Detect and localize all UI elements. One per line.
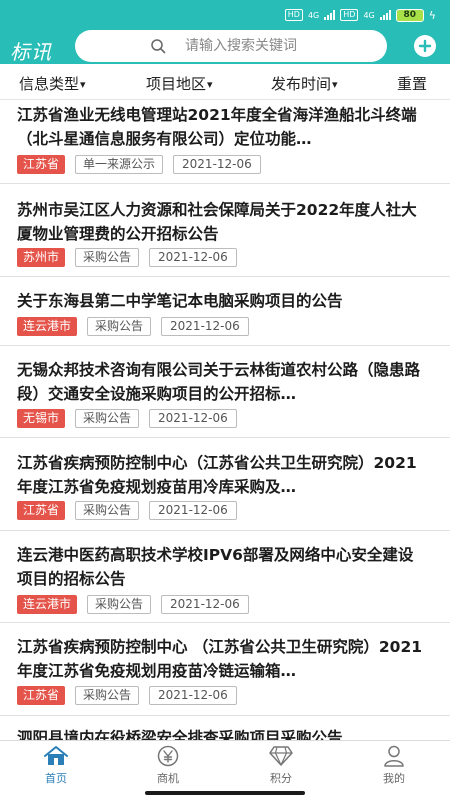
type-tag: 采购公告 bbox=[87, 595, 152, 614]
type-tag: 单一来源公示 bbox=[75, 155, 164, 174]
caret-down-icon: ▾ bbox=[207, 78, 213, 91]
date-tag: 2021-12-06 bbox=[149, 409, 237, 428]
nav-label: 首页 bbox=[45, 772, 67, 785]
region-tag: 无锡市 bbox=[17, 409, 66, 428]
item-tags: 无锡市 采购公告 2021-12-06 bbox=[17, 409, 237, 429]
nav-label: 商机 bbox=[157, 772, 179, 785]
item-title: 连云港中医药高职技术学校IPV6部署及网络中心安全建设项目的招标公告 bbox=[17, 546, 414, 588]
region-tag: 连云港市 bbox=[17, 317, 78, 336]
filter-label: 信息类型 bbox=[19, 75, 80, 93]
nav-home[interactable]: 首页 bbox=[16, 745, 96, 789]
item-title: 江苏省渔业无线电管理站2021年度全省海洋渔船北斗终端（北斗星通信息服务有限公司… bbox=[17, 106, 417, 148]
filter-info-type[interactable]: 信息类型▾ bbox=[19, 73, 86, 94]
network-label-1: 4G bbox=[307, 10, 320, 20]
region-tag: 江苏省 bbox=[17, 686, 66, 705]
search-icon bbox=[151, 39, 166, 54]
list-item[interactable]: 江苏省疾病预防控制中心（江苏省公共卫生研究院）2021年度江苏省免疫规划疫苗用冷… bbox=[0, 438, 450, 531]
list-item[interactable]: 江苏省疾病预防控制中心 （江苏省公共卫生研究院）2021年度江苏省免疫规划用疫苗… bbox=[0, 623, 450, 716]
region-tag: 连云港市 bbox=[17, 595, 78, 614]
yen-icon bbox=[157, 745, 179, 767]
user-icon bbox=[384, 745, 404, 767]
filter-publish-time[interactable]: 发布时间▾ bbox=[271, 73, 338, 94]
item-title: 苏州市吴江区人力资源和社会保障局关于2022年度人社大厦物业管理费的公开招标公告 bbox=[17, 201, 417, 243]
nav-label: 积分 bbox=[270, 772, 292, 785]
hd-badge-1: HD bbox=[284, 9, 303, 21]
reset-button[interactable]: 重置 bbox=[397, 73, 427, 94]
item-title: 无锡众邦技术咨询有限公司关于云林街道农村公路（隐患路段）交通安全设施采购项目的公… bbox=[17, 361, 421, 403]
item-title: 泗阳县境内在役桥梁安全排查采购项目采购公告 bbox=[17, 729, 343, 740]
battery-indicator: 80 bbox=[395, 8, 424, 22]
add-button[interactable] bbox=[414, 35, 436, 57]
signal-icon-2 bbox=[379, 10, 391, 20]
item-tags: 苏州市 采购公告 2021-12-06 bbox=[17, 248, 237, 268]
region-tag: 江苏省 bbox=[17, 501, 66, 520]
type-tag: 采购公告 bbox=[75, 686, 140, 705]
list-item[interactable]: 泗阳县境内在役桥梁安全排查采购项目采购公告 bbox=[0, 716, 450, 740]
date-tag: 2021-12-06 bbox=[149, 686, 237, 705]
list-item[interactable]: 无锡众邦技术咨询有限公司关于云林街道农村公路（隐患路段）交通安全设施采购项目的公… bbox=[0, 346, 450, 438]
filter-label: 发布时间 bbox=[271, 75, 332, 93]
nav-points[interactable]: 积分 bbox=[241, 745, 321, 789]
date-tag: 2021-12-06 bbox=[161, 317, 249, 336]
filter-label: 项目地区 bbox=[146, 75, 207, 93]
caret-down-icon: ▾ bbox=[332, 78, 338, 91]
caret-down-icon: ▾ bbox=[80, 78, 86, 91]
type-tag: 采购公告 bbox=[75, 248, 140, 267]
signal-icon bbox=[324, 10, 336, 20]
item-tags: 连云港市 采购公告 2021-12-06 bbox=[17, 317, 249, 337]
date-tag: 2021-12-06 bbox=[173, 155, 261, 174]
filter-bar: 信息类型▾ 项目地区▾ 发布时间▾ 重置 bbox=[0, 64, 450, 100]
diamond-icon bbox=[269, 746, 293, 766]
item-tags: 连云港市 采购公告 2021-12-06 bbox=[17, 595, 249, 615]
item-title: 关于东海县第二中学笔记本电脑采购项目的公告 bbox=[17, 292, 343, 310]
nav-opportunities[interactable]: 商机 bbox=[128, 745, 208, 789]
app-header: HD 4G HD 4G 80 ϟ 标讯 bbox=[0, 0, 450, 64]
nav-profile[interactable]: 我的 bbox=[354, 745, 434, 789]
search-input[interactable] bbox=[185, 30, 375, 62]
search-box[interactable] bbox=[75, 30, 387, 62]
item-title: 江苏省疾病预防控制中心（江苏省公共卫生研究院）2021年度江苏省免疫规划疫苗用冷… bbox=[17, 454, 417, 496]
network-label-2: 4G bbox=[363, 10, 375, 20]
nav-label: 我的 bbox=[383, 772, 405, 785]
region-tag: 江苏省 bbox=[17, 155, 66, 174]
list-item[interactable]: 关于东海县第二中学笔记本电脑采购项目的公告 连云港市 采购公告 2021-12-… bbox=[0, 277, 450, 346]
home-icon bbox=[44, 746, 68, 765]
filter-project-region[interactable]: 项目地区▾ bbox=[146, 73, 213, 94]
item-tags: 江苏省 采购公告 2021-12-06 bbox=[17, 501, 237, 521]
list-item[interactable]: 苏州市吴江区人力资源和社会保障局关于2022年度人社大厦物业管理费的公开招标公告… bbox=[0, 184, 450, 277]
bolt-icon: ϟ bbox=[428, 8, 436, 22]
item-tags: 江苏省 采购公告 2021-12-06 bbox=[17, 686, 237, 706]
reset-label: 重置 bbox=[397, 75, 428, 93]
type-tag: 采购公告 bbox=[75, 501, 140, 520]
date-tag: 2021-12-06 bbox=[149, 248, 237, 267]
hd-badge-2: HD bbox=[340, 9, 359, 21]
app-title: 标讯 bbox=[10, 40, 52, 64]
item-tags: 江苏省 单一来源公示 2021-12-06 bbox=[17, 155, 261, 175]
date-tag: 2021-12-06 bbox=[161, 595, 249, 614]
list-item[interactable]: 连云港中医药高职技术学校IPV6部署及网络中心安全建设项目的招标公告 连云港市 … bbox=[0, 531, 450, 623]
plus-circle-icon bbox=[418, 39, 432, 53]
type-tag: 采购公告 bbox=[75, 409, 140, 428]
date-tag: 2021-12-06 bbox=[149, 501, 237, 520]
item-title: 江苏省疾病预防控制中心 （江苏省公共卫生研究院）2021年度江苏省免疫规划用疫苗… bbox=[17, 638, 423, 680]
home-indicator bbox=[145, 791, 305, 795]
status-bar: HD 4G HD 4G 80 ϟ bbox=[284, 6, 436, 24]
list-item[interactable]: 江苏省渔业无线电管理站2021年度全省海洋渔船北斗终端（北斗星通信息服务有限公司… bbox=[0, 100, 450, 184]
region-tag: 苏州市 bbox=[17, 248, 66, 267]
tender-list: 江苏省渔业无线电管理站2021年度全省海洋渔船北斗终端（北斗星通信息服务有限公司… bbox=[0, 100, 450, 740]
type-tag: 采购公告 bbox=[87, 317, 152, 336]
